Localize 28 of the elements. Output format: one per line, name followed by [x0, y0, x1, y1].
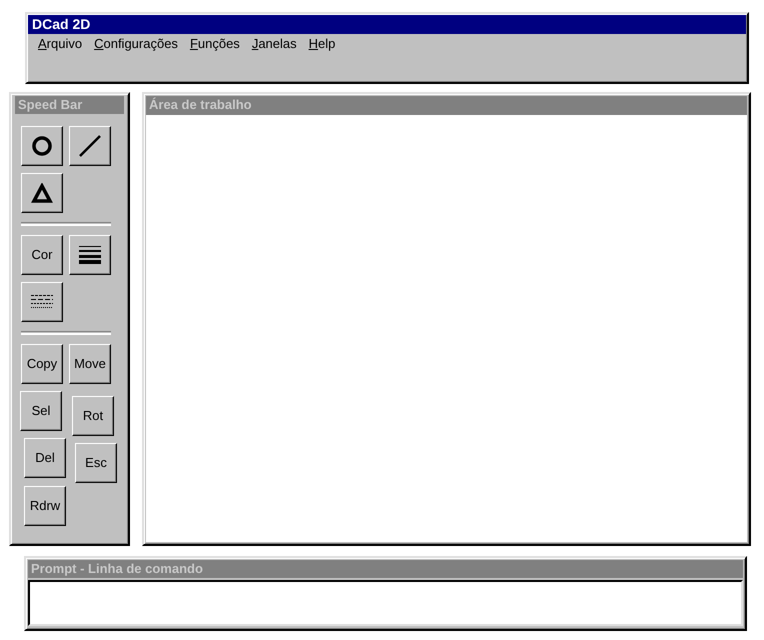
line-tool-button[interactable] [69, 126, 111, 166]
tool-button[interactable]: Move [69, 344, 111, 384]
circle-icon [31, 135, 53, 157]
line-tool-icon [78, 134, 102, 158]
panel-title: Speed Bar [15, 96, 124, 114]
circle-button[interactable] [21, 126, 63, 166]
menu-item[interactable]: Funções [184, 35, 246, 53]
tool-button[interactable]: Sel [20, 391, 62, 431]
menu-item[interactable]: Help [302, 35, 342, 53]
tool-button[interactable]: Cor [21, 235, 63, 275]
tool-button[interactable]: Copy [21, 344, 63, 384]
triangle-icon [31, 183, 53, 203]
window-title: Área de trabalho [146, 96, 747, 114]
line-style-button[interactable] [21, 282, 63, 322]
window-title: Prompt - Linha de comando [28, 560, 743, 578]
window-title: DCad 2D [28, 15, 746, 34]
menu-item[interactable]: Configurações [88, 35, 184, 53]
triangle-button[interactable] [21, 173, 63, 213]
tool-button[interactable]: Esc [75, 443, 117, 483]
line-weight-icon [79, 245, 101, 265]
tool-button[interactable]: Rot [72, 396, 114, 436]
tool-button[interactable]: Rdrw [24, 486, 66, 526]
menu-item[interactable]: Arquivo [32, 35, 88, 53]
command-input[interactable] [28, 580, 743, 626]
line-weight-button[interactable] [69, 235, 111, 275]
line-style-icon [31, 294, 53, 310]
tool-button[interactable]: Del [24, 438, 66, 478]
menu-item[interactable]: Janelas [246, 35, 303, 53]
